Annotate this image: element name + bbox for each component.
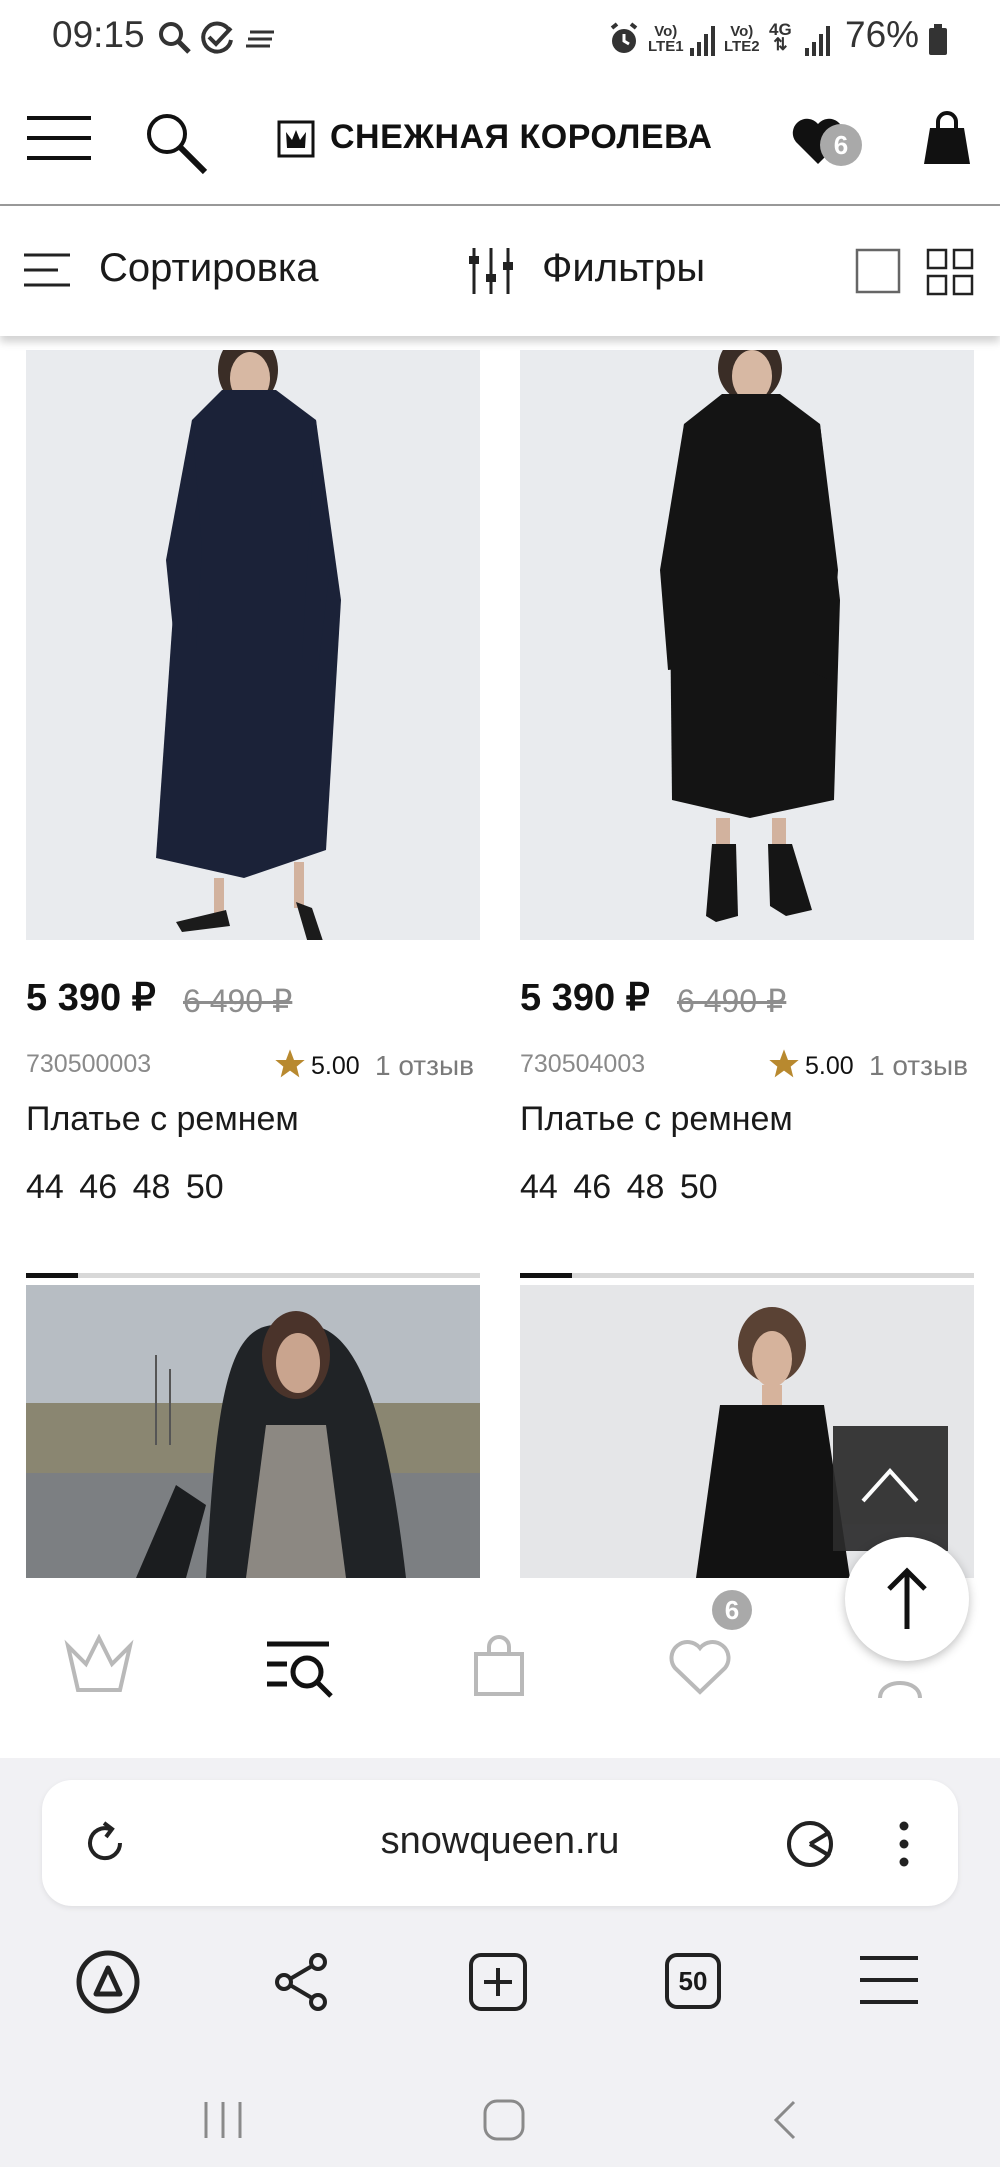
product-old-price: 6 490 ₽ (183, 983, 293, 1019)
menu-icon[interactable] (25, 114, 93, 162)
new-tab-icon[interactable] (468, 1952, 528, 2012)
chevron-up-icon (861, 1468, 919, 1503)
product-sku: 730504003 (520, 1050, 646, 1078)
product-rating: 5.00 (805, 1052, 854, 1080)
product-image[interactable] (26, 1285, 480, 1578)
product-price: 5 390 ₽ (520, 977, 650, 1019)
signal-icon (805, 26, 830, 56)
product-sku: 730500003 (26, 1050, 152, 1078)
size-option[interactable]: 44 (26, 1168, 64, 1206)
size-option[interactable]: 46 (573, 1168, 611, 1206)
product-card[interactable] (26, 1273, 480, 1578)
heart-icon[interactable] (667, 1638, 733, 1696)
sort-filter-toolbar: Сортировка Фильтры (0, 206, 1000, 336)
wishlist-badge: 6 (820, 124, 862, 166)
more-vertical-icon[interactable] (896, 1818, 912, 1870)
product-sizes: 44 46 48 50 (520, 1168, 718, 1207)
catalog-search-icon[interactable] (265, 1638, 335, 1698)
browser-chrome: snowqueen.ru 50 (0, 1758, 1000, 2167)
product-price: 5 390 ₽ (26, 977, 156, 1019)
notes-icon (246, 30, 274, 48)
filters-icon[interactable] (466, 246, 516, 296)
product-name[interactable]: Платье с ремнем (26, 1100, 299, 1139)
alice-assistant-icon[interactable] (76, 1950, 140, 2014)
sim2-label: Vo) LTE2 (724, 23, 760, 55)
bag-icon[interactable] (922, 110, 972, 166)
check-circle-icon (201, 21, 233, 54)
product-image[interactable] (520, 350, 974, 940)
signal-icon (690, 26, 715, 56)
battery-icon (929, 24, 947, 55)
arrow-up-icon (887, 1567, 927, 1629)
size-option[interactable]: 48 (627, 1168, 665, 1206)
product-card[interactable]: 5 390 ₽ 6 490 ₽ 730500003 5.00 1 отзыв П… (26, 350, 480, 1210)
browser-menu-icon[interactable] (858, 1954, 920, 2006)
product-rating: 5.00 (311, 1052, 360, 1080)
tabs-count: 50 (678, 1966, 708, 1996)
dress-photo (26, 350, 480, 940)
sort-icon[interactable] (22, 252, 72, 288)
brand-logo[interactable]: СНЕЖНАЯ КОРОЛЕВА (330, 118, 712, 157)
product-image[interactable] (26, 350, 480, 940)
size-option[interactable]: 50 (680, 1168, 718, 1206)
battery-percent: 76% (845, 14, 920, 55)
search-icon[interactable] (143, 110, 209, 176)
sort-button[interactable]: Сортировка (99, 246, 319, 291)
product-sizes: 44 46 48 50 (26, 1168, 224, 1207)
back-button-icon[interactable] (770, 2098, 800, 2142)
size-option[interactable]: 50 (186, 1168, 224, 1206)
single-view-icon[interactable] (855, 248, 901, 294)
recent-apps-icon[interactable] (200, 2098, 246, 2142)
image-carousel-indicator (26, 1273, 480, 1278)
scroll-up-button[interactable] (833, 1426, 948, 1551)
alarm-icon (610, 22, 638, 53)
home-crown-icon[interactable] (64, 1634, 134, 1696)
site-header: СНЕЖНАЯ КОРОЛЕВА 6 (0, 80, 1000, 206)
product-reviews-link[interactable]: 1 отзыв (869, 1050, 968, 1082)
home-button-icon[interactable] (482, 2098, 526, 2142)
profile-icon[interactable] (870, 1658, 930, 1702)
bag-icon[interactable] (472, 1634, 526, 1696)
product-reviews-link[interactable]: 1 отзыв (375, 1050, 474, 1082)
size-option[interactable]: 46 (79, 1168, 117, 1206)
crown-logo-icon (277, 120, 315, 158)
share-icon[interactable] (272, 1952, 332, 2012)
size-option[interactable]: 48 (133, 1168, 171, 1206)
image-carousel-indicator (520, 1273, 974, 1278)
status-time: 09:15 (52, 14, 145, 55)
protect-shield-icon[interactable] (784, 1818, 836, 1870)
product-name[interactable]: Платье с ремнем (520, 1100, 793, 1139)
network-type: 4G ⇅ (769, 20, 792, 54)
sim1-label: Vo) LTE1 (648, 23, 684, 55)
grid-view-icon[interactable] (926, 248, 974, 296)
tabs-counter-button[interactable]: 50 (665, 1953, 721, 2009)
status-bar: 09:15 Vo) LTE1 Vo) LTE2 4G ⇅ 76% (0, 0, 1000, 80)
dress-photo (520, 350, 974, 940)
size-option[interactable]: 44 (520, 1168, 558, 1206)
search-icon (159, 22, 191, 54)
star-icon (769, 1049, 799, 1078)
product-old-price: 6 490 ₽ (677, 983, 787, 1019)
wishlist-badge: 6 (712, 1590, 752, 1630)
back-to-top-button[interactable] (845, 1537, 969, 1661)
filters-button[interactable]: Фильтры (542, 246, 705, 291)
star-icon (275, 1049, 305, 1078)
address-bar[interactable]: snowqueen.ru (42, 1780, 958, 1906)
product-card[interactable]: 5 390 ₽ 6 490 ₽ 730504003 5.00 1 отзыв П… (520, 350, 974, 1210)
